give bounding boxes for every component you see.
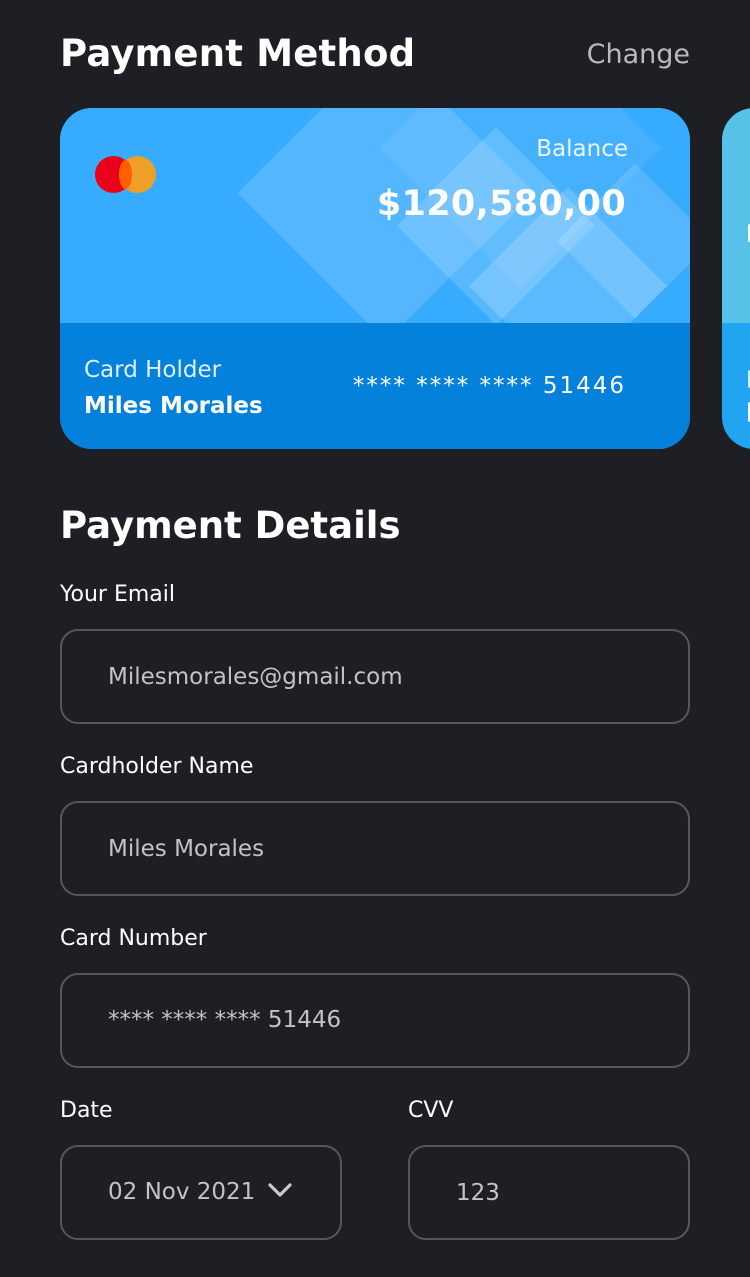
change-link[interactable]: Change [587,37,690,73]
email-field-container [60,629,690,724]
card-holder-label: Card Holder [84,357,222,383]
card-holder-name: Miles Morales [84,393,263,419]
card-number-value: **** **** **** 51446 [108,1007,342,1033]
page-title: Payment Method [60,32,416,75]
card-masked-number: **** **** **** 51446 [352,373,626,399]
chevron-down-icon [268,1183,292,1197]
payment-card[interactable]: Balance $120,580,00 Card Holder Miles Mo… [60,108,690,449]
email-field[interactable] [108,631,668,722]
cvv-label: CVV [408,1098,454,1123]
cvv-field[interactable] [456,1147,656,1238]
card-number-label: Card Number [60,926,207,951]
card-top-section: Balance $120,580,00 [60,108,690,323]
cardholder-name-field-container [60,801,690,896]
balance-label: Balance [536,136,628,162]
payment-details-title: Payment Details [60,504,401,547]
mastercard-logo-icon [95,156,157,194]
cardholder-name-label: Cardholder Name [60,754,254,779]
payment-method-header: Payment Method Change [60,28,690,84]
cvv-field-container [408,1145,690,1240]
date-value: 02 Nov 2021 [108,1179,256,1205]
email-label: Your Email [60,582,175,607]
date-select[interactable]: 02 Nov 2021 [60,1145,342,1240]
cardholder-name-field[interactable] [108,803,668,894]
card-bottom-section: Card Holder Miles Morales **** **** ****… [60,323,690,449]
date-label: Date [60,1098,113,1123]
balance-amount: $120,580,00 [376,184,626,224]
next-card-peek[interactable] [722,108,750,449]
card-number-field[interactable]: **** **** **** 51446 [60,973,690,1068]
